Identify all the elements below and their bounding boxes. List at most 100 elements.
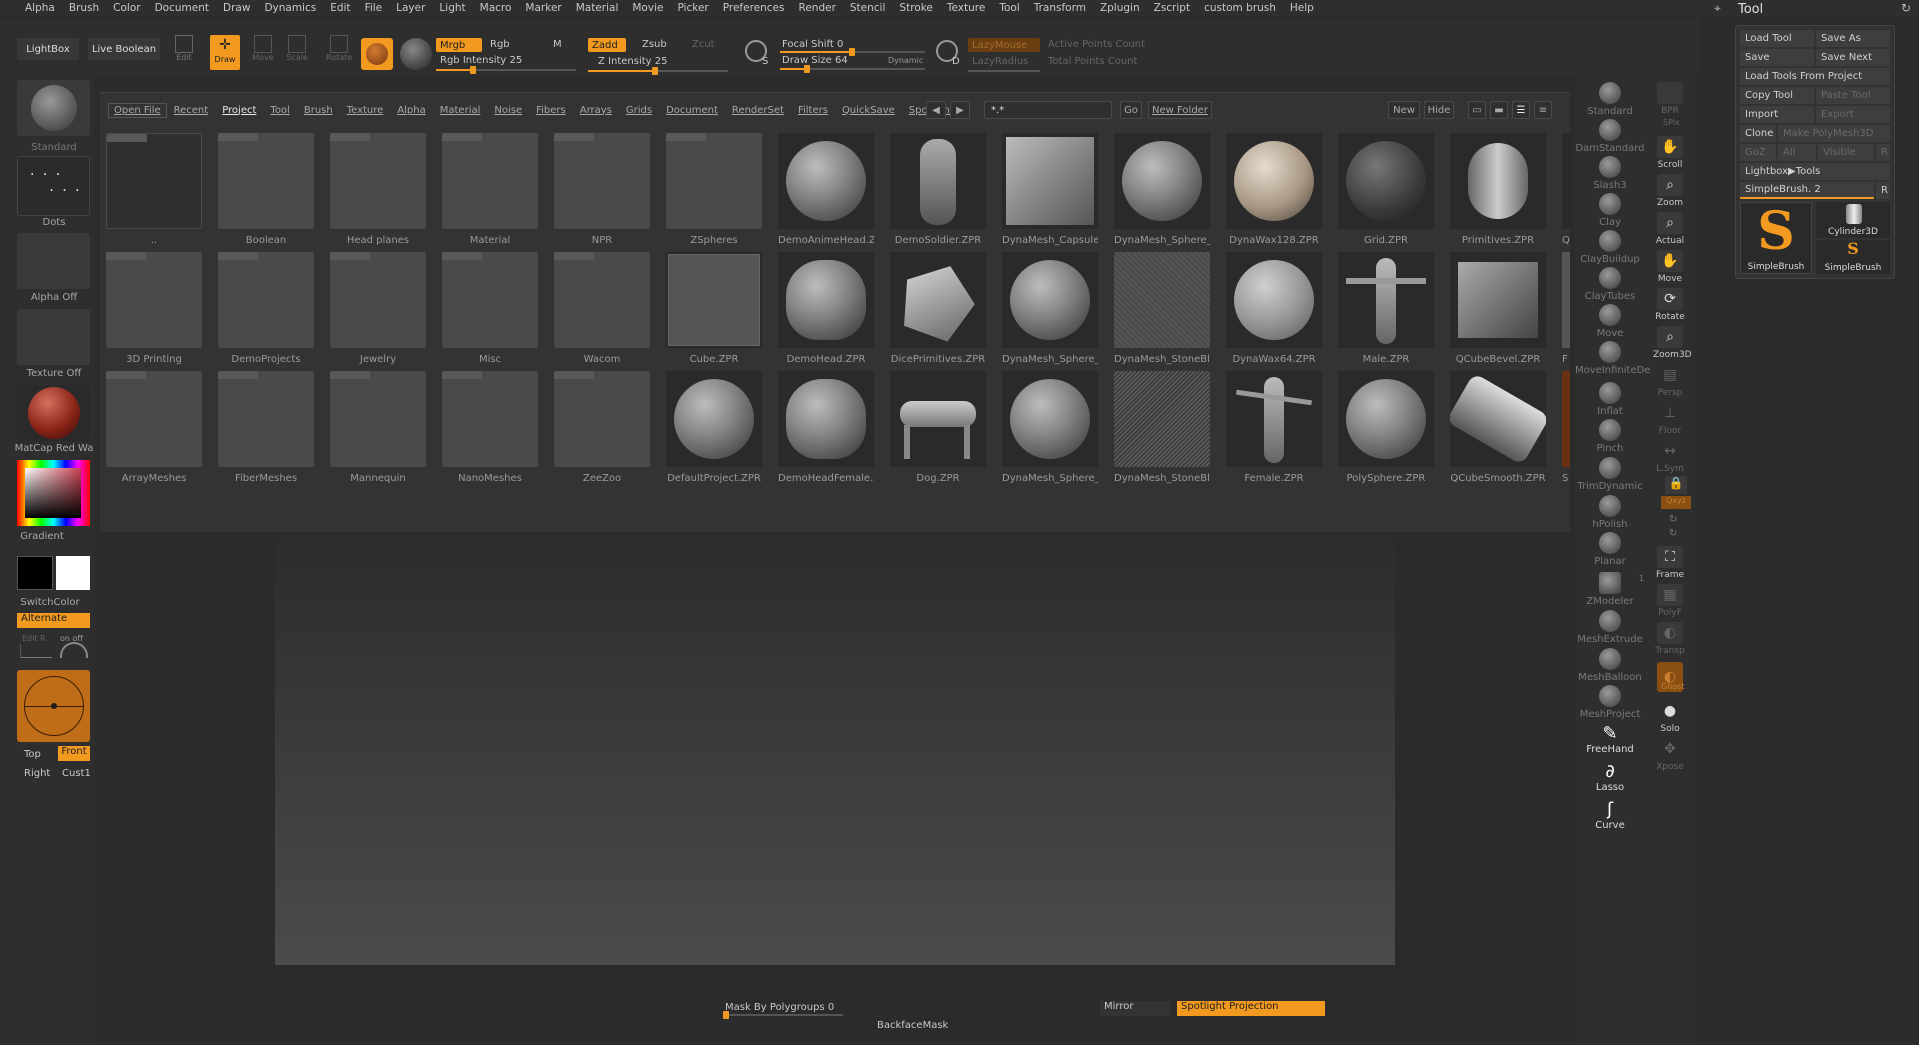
lightbox-item[interactable]: 3D Printing <box>106 252 202 365</box>
restore-icon[interactable]: ↻ <box>1901 1 1911 15</box>
menu-stencil[interactable]: Stencil <box>843 2 893 14</box>
brush-meshextrude[interactable]: MeshExtrude <box>1575 610 1645 645</box>
brush-damstandard[interactable]: DamStandard <box>1575 119 1645 154</box>
all-button[interactable]: All <box>1778 144 1816 161</box>
lightbox-item[interactable]: Jewelry <box>330 252 426 365</box>
save-next-button[interactable]: Save Next <box>1816 49 1890 66</box>
tab-project[interactable]: Project <box>215 105 263 116</box>
tab-arrays[interactable]: Arrays <box>573 105 619 116</box>
floor-grid-icon[interactable] <box>20 644 52 658</box>
lightbox-item[interactable]: S <box>1562 371 1570 484</box>
lightbox-item[interactable]: ArrayMeshes <box>106 371 202 484</box>
lightbox-item[interactable]: Material <box>442 133 538 246</box>
cylinder3d-thumb[interactable]: Cylinder3D <box>1816 202 1890 238</box>
material-sphere-icon[interactable] <box>361 38 393 70</box>
menu-zscript[interactable]: Zscript <box>1147 2 1197 14</box>
backfacemask-button[interactable]: BackfaceMask <box>877 1020 948 1031</box>
export-button[interactable]: Export <box>1816 106 1890 123</box>
polyf-button[interactable]: ▦ PolyF <box>1653 584 1687 618</box>
spix-label[interactable]: SPix <box>1663 118 1680 127</box>
speedometer-icon[interactable] <box>60 642 88 658</box>
brush-meshballoon[interactable]: MeshBalloon <box>1575 648 1645 683</box>
stroke-lasso[interactable]: ∂ Lasso <box>1575 762 1645 794</box>
go-button[interactable]: Go <box>1120 101 1142 119</box>
draw-button[interactable]: ✛ Draw <box>210 35 240 70</box>
lightbox-item[interactable]: Boolean <box>218 133 314 246</box>
lightbox-item[interactable]: F <box>1562 252 1570 365</box>
tab-material[interactable]: Material <box>433 105 488 116</box>
lightbox-item[interactable]: DicePrimitives.ZPR <box>890 252 986 365</box>
menu-color[interactable]: Color <box>106 2 147 14</box>
lightbox-item[interactable]: DemoHead.ZPR <box>778 252 874 365</box>
lightbox-item[interactable]: DynaMesh_Sphere_6 <box>1114 133 1210 246</box>
rotate-view-button[interactable]: ⟳ Rotate <box>1653 288 1687 322</box>
lightbox-item[interactable]: Misc <box>442 252 538 365</box>
view-details-icon[interactable]: ≡ <box>1534 101 1552 119</box>
view-medium-icon[interactable]: ▬ <box>1490 101 1508 119</box>
menu-draw[interactable]: Draw <box>216 2 257 14</box>
z-axis-icon[interactable]: ↻ <box>1669 528 1677 539</box>
load-tools-from-project-button[interactable]: Load Tools From Project <box>1740 68 1890 85</box>
solo-button[interactable]: ● Solo <box>1653 700 1687 734</box>
menu-layer[interactable]: Layer <box>389 2 432 14</box>
search-input[interactable]: *.* <box>984 101 1112 119</box>
menu-macro[interactable]: Macro <box>473 2 519 14</box>
lightbox-button[interactable]: LightBox <box>17 38 79 60</box>
brush-slash3[interactable]: Slash3 <box>1575 156 1645 191</box>
lightbox-item[interactable]: DynaMesh_StoneBlo <box>1114 252 1210 365</box>
menu-dynamics[interactable]: Dynamics <box>257 2 323 14</box>
lightbox-item[interactable]: NPR <box>554 133 650 246</box>
view-right-button[interactable]: Right <box>24 768 50 779</box>
texture-selector[interactable] <box>17 309 90 365</box>
lightbox-item[interactable]: Dog.ZPR <box>890 371 986 484</box>
navigation-gyro[interactable] <box>17 670 90 742</box>
m-button[interactable]: M <box>553 39 562 50</box>
view-small-icon[interactable]: ▭ <box>1468 101 1486 119</box>
clone-button[interactable]: Clone <box>1740 125 1776 142</box>
secondary-color-swatch[interactable] <box>56 556 90 590</box>
tab-open-file[interactable]: Open File <box>108 102 167 118</box>
lightbox-item[interactable]: DemoSoldier.ZPR <box>890 133 986 246</box>
view-top-button[interactable]: Top <box>24 749 41 760</box>
transp-button[interactable]: ◐ Transp <box>1653 622 1687 656</box>
scale-button[interactable]: Scale <box>284 35 310 62</box>
alternate-button[interactable]: Alternate <box>17 613 90 628</box>
menu-edit[interactable]: Edit <box>323 2 357 14</box>
tab-renderset[interactable]: RenderSet <box>725 105 791 116</box>
rotate-button[interactable]: Rotate <box>326 35 352 62</box>
menu-brush[interactable]: Brush <box>62 2 106 14</box>
persp-button[interactable]: ▤ Persp <box>1653 364 1687 398</box>
lightbox-item[interactable]: QCubeSmooth.ZPR <box>1450 371 1546 484</box>
brush-move[interactable]: Move <box>1575 304 1645 339</box>
menu-light[interactable]: Light <box>432 2 472 14</box>
move-button[interactable]: Move <box>250 35 276 62</box>
menu-movie[interactable]: Movie <box>625 2 670 14</box>
stroke-freehand[interactable]: ✎ FreeHand <box>1575 724 1645 756</box>
lightbox-item[interactable]: Female.ZPR <box>1226 371 1322 484</box>
save-button[interactable]: Save <box>1740 49 1814 66</box>
scroll-button[interactable]: ✋ Scroll <box>1653 136 1687 170</box>
lightbox-item[interactable]: PolySphere.ZPR <box>1338 371 1434 484</box>
tab-filters[interactable]: Filters <box>791 105 835 116</box>
material-selector[interactable] <box>17 385 90 441</box>
lightbox-item[interactable]: .. <box>106 133 202 246</box>
zoom-button[interactable]: ⌕ Zoom <box>1653 174 1687 208</box>
tab-fibers[interactable]: Fibers <box>529 105 573 116</box>
rgb-intensity-slider[interactable] <box>436 66 576 74</box>
menu-alpha[interactable]: Alpha <box>18 2 62 14</box>
lightbox-item[interactable]: DynaMesh_StoneBlo <box>1114 371 1210 484</box>
brush-claytubes[interactable]: ClayTubes <box>1575 267 1645 302</box>
tab-recent[interactable]: Recent <box>167 105 216 116</box>
lightbox-item[interactable]: QCubeBevel.ZPR <box>1450 252 1546 365</box>
lightbox-item[interactable]: DynaWax64.ZPR <box>1226 252 1322 365</box>
stroke-curve[interactable]: ʃ Curve <box>1575 800 1645 832</box>
brush-trimdynamic[interactable]: TrimDynamic <box>1575 457 1645 492</box>
qxyz-button[interactable]: Qxyz <box>1661 496 1691 509</box>
bpr-button[interactable]: BPR <box>1653 82 1687 116</box>
lightbox-item[interactable]: DemoAnimeHead.ZF <box>778 133 874 246</box>
paste-tool-button[interactable]: Paste Tool <box>1816 87 1890 104</box>
load-tool-button[interactable]: Load Tool <box>1740 30 1814 47</box>
lightbox-tools-button[interactable]: Lightbox▶Tools <box>1740 163 1890 180</box>
menu-material[interactable]: Material <box>569 2 626 14</box>
make-polymesh3d-button[interactable]: Make PolyMesh3D <box>1778 125 1890 142</box>
